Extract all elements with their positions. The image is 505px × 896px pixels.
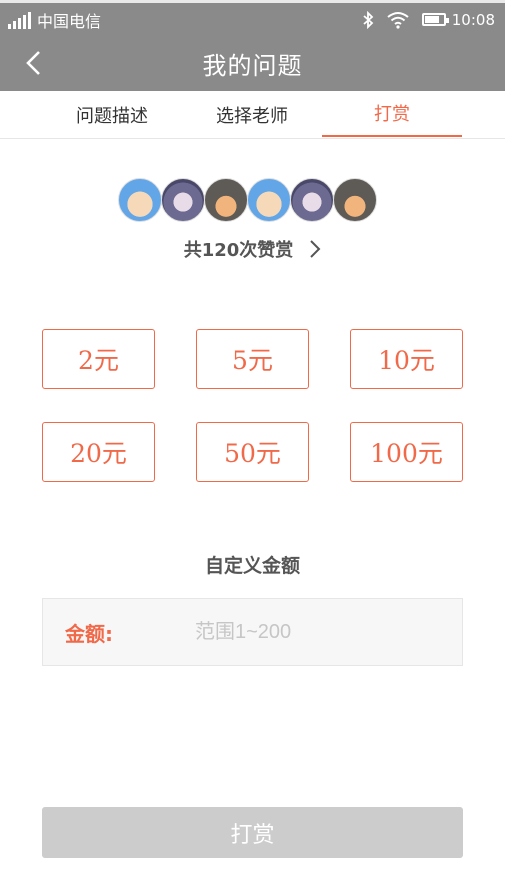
amount-option-50[interactable]: 50元 bbox=[196, 422, 309, 482]
tab-bar: 问题描述 选择老师 打赏 bbox=[0, 91, 505, 139]
status-time: 10:08 bbox=[451, 10, 495, 29]
reward-avatars bbox=[118, 178, 377, 222]
amount-option-10[interactable]: 10元 bbox=[350, 329, 463, 389]
amount-option-100[interactable]: 100元 bbox=[350, 422, 463, 482]
amount-option-5[interactable]: 5元 bbox=[196, 329, 309, 389]
soldier-avatar bbox=[204, 178, 248, 222]
tab-choose-teacher[interactable]: 选择老师 bbox=[182, 91, 322, 138]
custom-amount-title: 自定义金额 bbox=[204, 555, 300, 577]
boy-avatar bbox=[118, 178, 162, 222]
reward-count-link[interactable]: 共120次赞赏 bbox=[0, 236, 505, 262]
amount-option-2[interactable]: 2元 bbox=[42, 329, 155, 389]
girl-avatar bbox=[290, 178, 334, 222]
reward-submit-button[interactable]: 打赏 bbox=[42, 807, 463, 858]
title-bar: 我的问题 bbox=[0, 36, 505, 91]
tab-reward[interactable]: 打赏 bbox=[322, 91, 462, 137]
back-button[interactable] bbox=[18, 48, 48, 78]
battery-icon bbox=[421, 13, 449, 26]
reward-count-text: 共120次赞赏 bbox=[183, 240, 294, 261]
bluetooth-icon bbox=[363, 10, 374, 29]
custom-amount-field: 金额: bbox=[42, 598, 463, 666]
amount-label: 金额: bbox=[65, 621, 113, 646]
status-left: 中国电信 bbox=[8, 8, 101, 32]
boy-avatar bbox=[247, 178, 291, 222]
status-right: 10:08 bbox=[362, 10, 495, 29]
chevron-left-icon bbox=[26, 51, 40, 75]
page-title: 我的问题 bbox=[202, 52, 303, 80]
signal-icon bbox=[8, 11, 31, 29]
tab-question-description[interactable]: 问题描述 bbox=[42, 91, 182, 138]
wifi-icon bbox=[387, 11, 409, 29]
carrier-label: 中国电信 bbox=[37, 11, 102, 31]
chevron-right-icon bbox=[310, 240, 321, 258]
girl-avatar bbox=[161, 178, 205, 222]
status-bar: 中国电信 10:08 bbox=[0, 0, 505, 36]
amount-option-20[interactable]: 20元 bbox=[42, 422, 155, 482]
amount-input[interactable] bbox=[195, 620, 435, 644]
soldier-avatar bbox=[333, 178, 377, 222]
